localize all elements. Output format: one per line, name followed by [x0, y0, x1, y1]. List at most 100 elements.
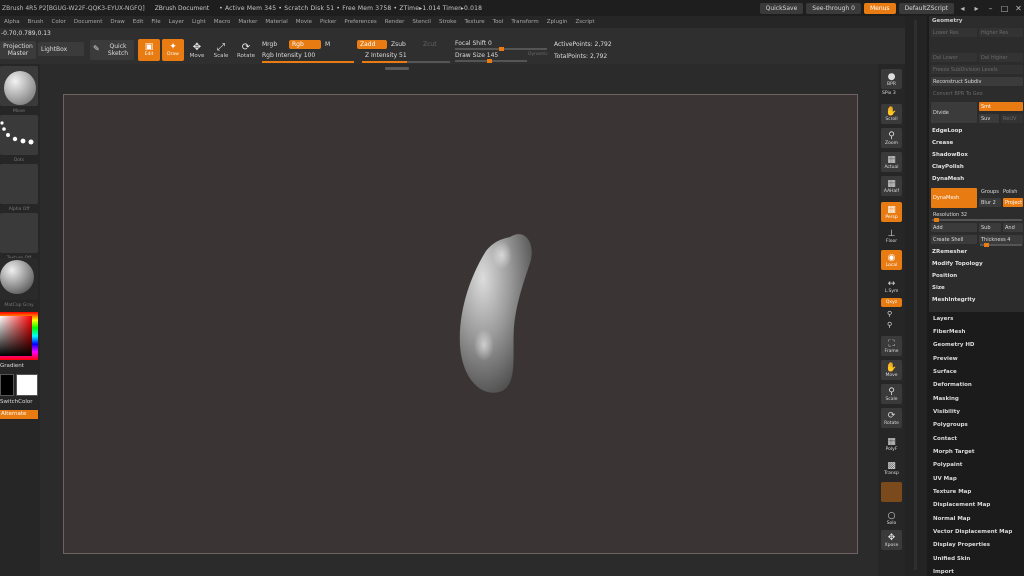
lsym-button[interactable]: ↔ L.Sym: [881, 276, 902, 296]
menu-document[interactable]: Document: [70, 19, 107, 25]
project-toggle[interactable]: Project: [1003, 198, 1023, 207]
shadowbox-section[interactable]: ShadowBox: [932, 152, 968, 158]
menu-zplugin[interactable]: Zplugin: [543, 19, 572, 25]
alpha-thumbnail[interactable]: Alpha Off: [0, 164, 38, 212]
arrow-left-icon[interactable]: ◂: [957, 3, 968, 14]
divide-button[interactable]: Divide: [931, 102, 977, 123]
rotate-axis-icon[interactable]: ⚲: [887, 310, 892, 318]
menu-tool[interactable]: Tool: [489, 19, 508, 25]
edgeloop-section[interactable]: EdgeLoop: [932, 128, 962, 134]
resolution-slider[interactable]: Resolution 32: [931, 210, 1023, 219]
menu-movie[interactable]: Movie: [292, 19, 316, 25]
spix-label[interactable]: SPix 3: [882, 91, 896, 96]
vector-displacement-map-subpalette[interactable]: Vector Displacement Map: [933, 529, 1012, 535]
menu-edit[interactable]: Edit: [129, 19, 148, 25]
polypaint-subpalette[interactable]: Polypaint: [933, 462, 962, 468]
move-button[interactable]: ✥ Move: [187, 39, 207, 61]
polygroups-subpalette[interactable]: Polygroups: [933, 422, 968, 428]
zoom-button[interactable]: ⚲ Zoom: [881, 128, 902, 148]
menus-toggle[interactable]: Menus: [863, 3, 896, 14]
preview-subpalette[interactable]: Preview: [933, 356, 958, 362]
menu-color[interactable]: Color: [48, 19, 70, 25]
crease-section[interactable]: Crease: [932, 140, 953, 146]
menu-marker[interactable]: Marker: [234, 19, 261, 25]
focal-shift-knob[interactable]: [499, 47, 504, 51]
stroke-thumbnail[interactable]: Dots: [0, 115, 38, 163]
zcut-button[interactable]: Zcut: [423, 41, 437, 48]
canvas-scroll-handle[interactable]: [385, 67, 409, 70]
alternate-button[interactable]: Alternate: [0, 410, 38, 419]
actual-button[interactable]: ▦ Actual: [881, 152, 902, 172]
menu-picker[interactable]: Picker: [316, 19, 340, 25]
smt-toggle[interactable]: Smt: [979, 102, 1023, 111]
floor-button[interactable]: ⊥ Floor: [881, 226, 902, 246]
menu-transform[interactable]: Transform: [507, 19, 542, 25]
lightbox-button[interactable]: LightBox: [38, 42, 84, 56]
aahalf-button[interactable]: ▦ AAHalf: [881, 176, 902, 196]
rgb-intensity-slider[interactable]: [262, 61, 354, 63]
solo-button[interactable]: ○ Solo: [881, 508, 902, 528]
projection-master-button[interactable]: Projection Master: [0, 41, 36, 59]
surface-subpalette[interactable]: Surface: [933, 369, 957, 375]
polish-toggle[interactable]: Polish: [1001, 187, 1023, 196]
fibermesh-subpalette[interactable]: FiberMesh: [933, 329, 965, 335]
rotate-button[interactable]: ⟳ Rotate: [235, 39, 257, 61]
reconstruct-subdiv-button[interactable]: Reconstruct Subdiv: [931, 77, 1023, 86]
add-button[interactable]: Add: [931, 223, 977, 232]
normal-map-subpalette[interactable]: Normal Map: [933, 516, 970, 522]
arrow-right-icon[interactable]: ▸: [971, 3, 982, 14]
move-view-button[interactable]: ✋ Move: [881, 360, 902, 380]
unified-skin-subpalette[interactable]: Unified Skin: [933, 556, 970, 562]
freeze-subdivision-button[interactable]: Freeze SubDivision Levels: [931, 65, 1023, 74]
document-canvas[interactable]: [63, 94, 858, 554]
menu-alpha[interactable]: Alpha: [0, 19, 24, 25]
zsub-button[interactable]: Zsub: [391, 41, 406, 48]
texture-map-subpalette[interactable]: Texture Map: [933, 489, 971, 495]
edit-button[interactable]: ▣ Edit: [138, 39, 160, 61]
claypolish-section[interactable]: ClayPolish: [932, 164, 964, 170]
palette-scroll-track[interactable]: [914, 20, 917, 570]
masking-subpalette[interactable]: Masking: [933, 396, 959, 402]
menu-layer[interactable]: Layer: [165, 19, 188, 25]
dynamesh-section[interactable]: DynaMesh: [932, 176, 964, 182]
display-properties-subpalette[interactable]: Display Properties: [933, 542, 990, 548]
switch-color-button[interactable]: SwitchColor: [0, 399, 33, 405]
draw-size-knob[interactable]: [487, 59, 492, 63]
scale-button[interactable]: ⤢ Scale: [211, 39, 231, 61]
polyf-button[interactable]: ▦ PolyF: [881, 434, 902, 454]
import-subpalette[interactable]: Import: [933, 569, 954, 575]
contact-subpalette[interactable]: Contact: [933, 436, 957, 442]
morph-target-subpalette[interactable]: Morph Target: [933, 449, 975, 455]
displacement-map-subpalette[interactable]: Displacement Map: [933, 502, 990, 508]
menu-stroke[interactable]: Stroke: [435, 19, 461, 25]
uv-map-subpalette[interactable]: UV Map: [933, 476, 957, 482]
xpose-button[interactable]: ✥ Xpose: [881, 530, 902, 550]
menu-light[interactable]: Light: [188, 19, 210, 25]
resolution-track[interactable]: [932, 218, 1022, 222]
modify-topology-section[interactable]: Modify Topology: [932, 261, 983, 267]
rotate-view-button[interactable]: ⟳ Rotate: [881, 408, 902, 428]
del-higher-button[interactable]: Del Higher: [979, 53, 1023, 62]
see-through-slider[interactable]: See-through 0: [806, 3, 861, 14]
scale-view-button[interactable]: ⚲ Scale: [881, 384, 902, 404]
main-color-swatch[interactable]: [16, 374, 38, 396]
menu-draw[interactable]: Draw: [106, 19, 128, 25]
sculpt-mesh[interactable]: [64, 95, 859, 555]
resolution-knob[interactable]: [934, 218, 939, 222]
groups-toggle[interactable]: Groups: [979, 187, 1001, 196]
default-zscript-button[interactable]: DefaultZScript: [898, 3, 954, 14]
menu-macro[interactable]: Macro: [210, 19, 235, 25]
sub-button[interactable]: Sub: [979, 223, 1001, 232]
quicksave-button[interactable]: QuickSave: [759, 3, 804, 14]
scroll-button[interactable]: ✋ Scroll: [881, 104, 902, 124]
size-section[interactable]: Size: [932, 285, 945, 291]
mrgb-button[interactable]: Mrgb: [262, 41, 277, 48]
gradient-toggle[interactable]: Gradient: [0, 363, 24, 369]
thickness-knob[interactable]: [984, 243, 989, 247]
position-section[interactable]: Position: [932, 273, 957, 279]
brush-thumbnail[interactable]: Move: [0, 66, 38, 114]
lower-res-button[interactable]: Lower Res: [931, 28, 977, 37]
dynamesh-button[interactable]: DynaMesh: [931, 188, 977, 208]
color-picker[interactable]: [0, 312, 38, 360]
m-button[interactable]: M: [325, 41, 330, 48]
